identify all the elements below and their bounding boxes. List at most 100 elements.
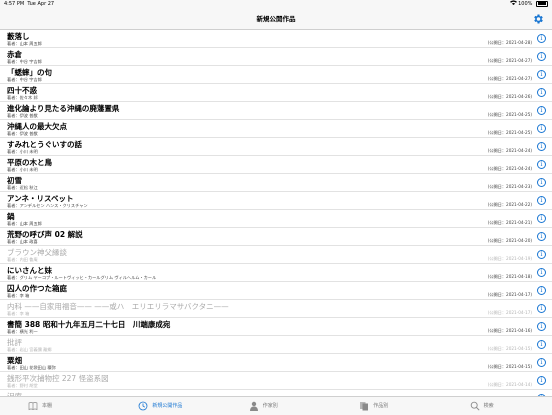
info-icon[interactable]: i [537,69,546,79]
work-author: 著者：中谷 宇吉郎 [7,77,42,82]
work-title: すみれとうぐいすの話 [7,139,82,149]
info-icon[interactable]: i [537,213,546,223]
list-item[interactable]: 四十不惑 著者：佐々木 邦 (公開日：2021-04-26) i [0,84,552,102]
info-icon[interactable]: i [537,231,546,241]
publish-date: (公開日：2021-04-22) [487,202,532,207]
list-item[interactable]: 沖縄人の最大欠点 著者：伊波 普猷 (公開日：2021-04-25) i [0,120,552,138]
work-title: 「蟋蟀」の句 [7,67,52,77]
publish-date: (公開日：2021-04-15) [487,346,532,351]
work-author: 著者：佐々木 邦 [7,95,38,100]
work-author: 著者：李 箱 [7,311,30,316]
info-icon[interactable]: i [537,249,546,259]
list-item[interactable]: 初雪 著者：近松 秋江 (公開日：2021-04-23) i [0,174,552,192]
tab-book[interactable]: 本棚 [0,397,110,415]
gear-icon[interactable] [532,13,544,25]
info-icon[interactable]: i [537,105,546,115]
publish-date: (公開日：2021-04-27) [487,58,532,63]
work-author: 著者：横光 利一 [7,329,38,334]
info-icon[interactable]: i [537,285,546,295]
tab-person[interactable]: 作家別 [221,397,331,415]
info-icon[interactable]: i [537,33,546,43]
work-title: 鍋 [7,211,15,221]
wifi-icon [509,0,519,7]
info-icon[interactable]: i [537,357,546,367]
list-item[interactable]: 囚人の作つた箱庭 著者：李 箱 (公開日：2021-04-17) i [0,282,552,300]
info-icon[interactable]: i [537,303,546,313]
work-title: 書簡 388 昭和十九年五月二十七日 川端康成宛 [7,319,171,329]
info-icon[interactable]: i [537,159,546,169]
tab-bar: 本棚 新規公開作品 作家別 作品別 検索 [0,396,552,415]
list-item[interactable]: 「蟋蟀」の句 著者：中谷 宇吉郎 (公開日：2021-04-27) i [0,66,552,84]
book-icon [28,401,38,411]
publish-date: (公開日：2021-04-24) [487,166,532,171]
publish-date: (公開日：2021-04-17) [487,292,532,297]
list-item[interactable]: 銭形平次捕物控 227 怪盗系図 著者：野村 胡堂 (公開日：2021-04-14)… [0,372,552,390]
status-time: 4:57 PM [4,1,25,7]
page-title: 新規公開作品 [256,15,296,23]
tab-clock[interactable]: 新規公開作品 [110,397,220,415]
info-icon[interactable]: i [537,339,546,349]
work-author: 著者：アンデルセン ハンス・クリスチャン [7,203,88,208]
publish-date: (公開日：2021-04-15) [487,364,532,369]
list-item[interactable]: 進化論より見たる沖縄の廃藩置県 著者：伊波 普猷 (公開日：2021-04-25) i [0,102,552,120]
list-item[interactable]: 粟畑 著者：田山 花袋田山 穣弥 (公開日：2021-04-15) i [0,354,552,372]
publish-date: (公開日：2021-04-21) [487,220,532,225]
list-item[interactable]: 内科 ——自家用福音—— ——或ハ エリエリラマサバクタニ—— 著者：李 箱 (公開… [0,300,552,318]
person-icon [249,401,259,411]
list-item[interactable]: 批評 著者：岩山 宮義彌 離郷 (公開日：2021-04-15) i [0,336,552,354]
work-title: 荒野の呼び声 02 解説 [7,229,83,239]
tab-documents[interactable]: 作品別 [331,397,441,415]
work-author: 著者：野村 胡堂 [7,383,38,388]
work-title: 囚人の作つた箱庭 [7,283,67,293]
list-item[interactable]: 書簡 388 昭和十九年五月二十七日 川端康成宛 著者：横光 利一 (公開日：202… [0,318,552,336]
work-author: 著者：伊波 普猷 [7,113,38,118]
work-title: 銭形平次捕物控 227 怪盗系図 [7,373,109,383]
list-item[interactable]: 荒野の呼び声 02 解説 著者：山本 政喜 (公開日：2021-04-20) i [0,228,552,246]
work-author: 著者：小川 未明 [7,167,38,172]
list-item[interactable]: 平原の木と鳥 著者：小川 未明 (公開日：2021-04-24) i [0,156,552,174]
publish-date: (公開日：2021-04-17) [487,310,532,315]
info-icon[interactable]: i [537,141,546,151]
work-author: 著者：李 箱 [7,293,30,298]
work-author: 著者：岩山 宮義彌 離郷 [7,347,52,352]
tab-search[interactable]: 検索 [442,397,552,415]
publish-date: (公開日：2021-04-20) [487,238,532,243]
work-author: 著者：中谷 宇吉郎 [7,59,42,64]
list-item[interactable]: にいさんと妹 著者：グリム ヤーコプ・ルートヴィッヒ・カールグリム ヴィルヘルム・… [0,264,552,282]
work-title: にいさんと妹 [7,265,52,275]
status-date: Tue Apr 27 [27,1,55,7]
work-title: 内科 ——自家用福音—— ——或ハ エリエリラマサバクタニ—— [7,301,229,311]
info-icon[interactable]: i [537,87,546,97]
list-item[interactable]: 鍋著者：山本 周五郎 (公開日：2021-04-21) i [0,210,552,228]
publish-date: (公開日：2021-04-23) [487,184,532,189]
clock-icon [138,401,148,411]
publish-date: (公開日：2021-04-19) [487,256,532,261]
list-item[interactable]: ブラウン神父縁談 著者：内田 魯庵 (公開日：2021-04-19) i [0,246,552,264]
work-author: 著者：近松 秋江 [7,185,38,190]
work-author: 著者：小川 未明 [7,149,38,154]
tab-label: 検索 [483,403,494,409]
work-title: 沖縄人の最大欠点 [7,121,67,131]
info-icon[interactable]: i [537,123,546,133]
list-item[interactable]: 赤倉 著者：中谷 宇吉郎 (公開日：2021-04-27) i [0,48,552,66]
info-icon[interactable]: i [537,267,546,277]
status-bar: 4:57 PM Tue Apr 27 100% [0,0,552,9]
info-icon[interactable]: i [537,375,546,385]
info-icon[interactable]: i [537,51,546,61]
new-works-list[interactable]: 藪落し 著者：山本 周五郎 (公開日：2021-04-28) i 赤倉 著者：中谷 宇吉郎… [0,30,552,396]
info-icon[interactable]: i [537,177,546,187]
list-item[interactable]: アンネ・リスベット 著者：アンデルセン ハンス・クリスチャン (公開日：2021-0… [0,192,552,210]
battery-percent: 100% [518,1,533,7]
work-author: 著者：田山 花袋田山 穣弥 [7,365,56,370]
info-icon[interactable]: i [537,195,546,205]
tab-label: 作家別 [262,403,278,409]
publish-date: (公開日：2021-04-25) [487,112,532,117]
work-author: 著者：グリム ヤーコプ・ルートヴィッヒ・カールグリム ヴィルヘルム・カール [7,275,157,280]
info-icon[interactable]: i [537,321,546,331]
status-right: 100% [509,0,548,9]
list-item[interactable]: すみれとうぐいすの話 著者：小川 未明 (公開日：2021-04-24) i [0,138,552,156]
publish-date: (公開日：2021-04-27) [487,76,532,81]
tab-label: 本棚 [42,403,53,409]
search-icon [470,401,480,411]
list-item[interactable]: 藪落し 著者：山本 周五郎 (公開日：2021-04-28) i [0,30,552,48]
